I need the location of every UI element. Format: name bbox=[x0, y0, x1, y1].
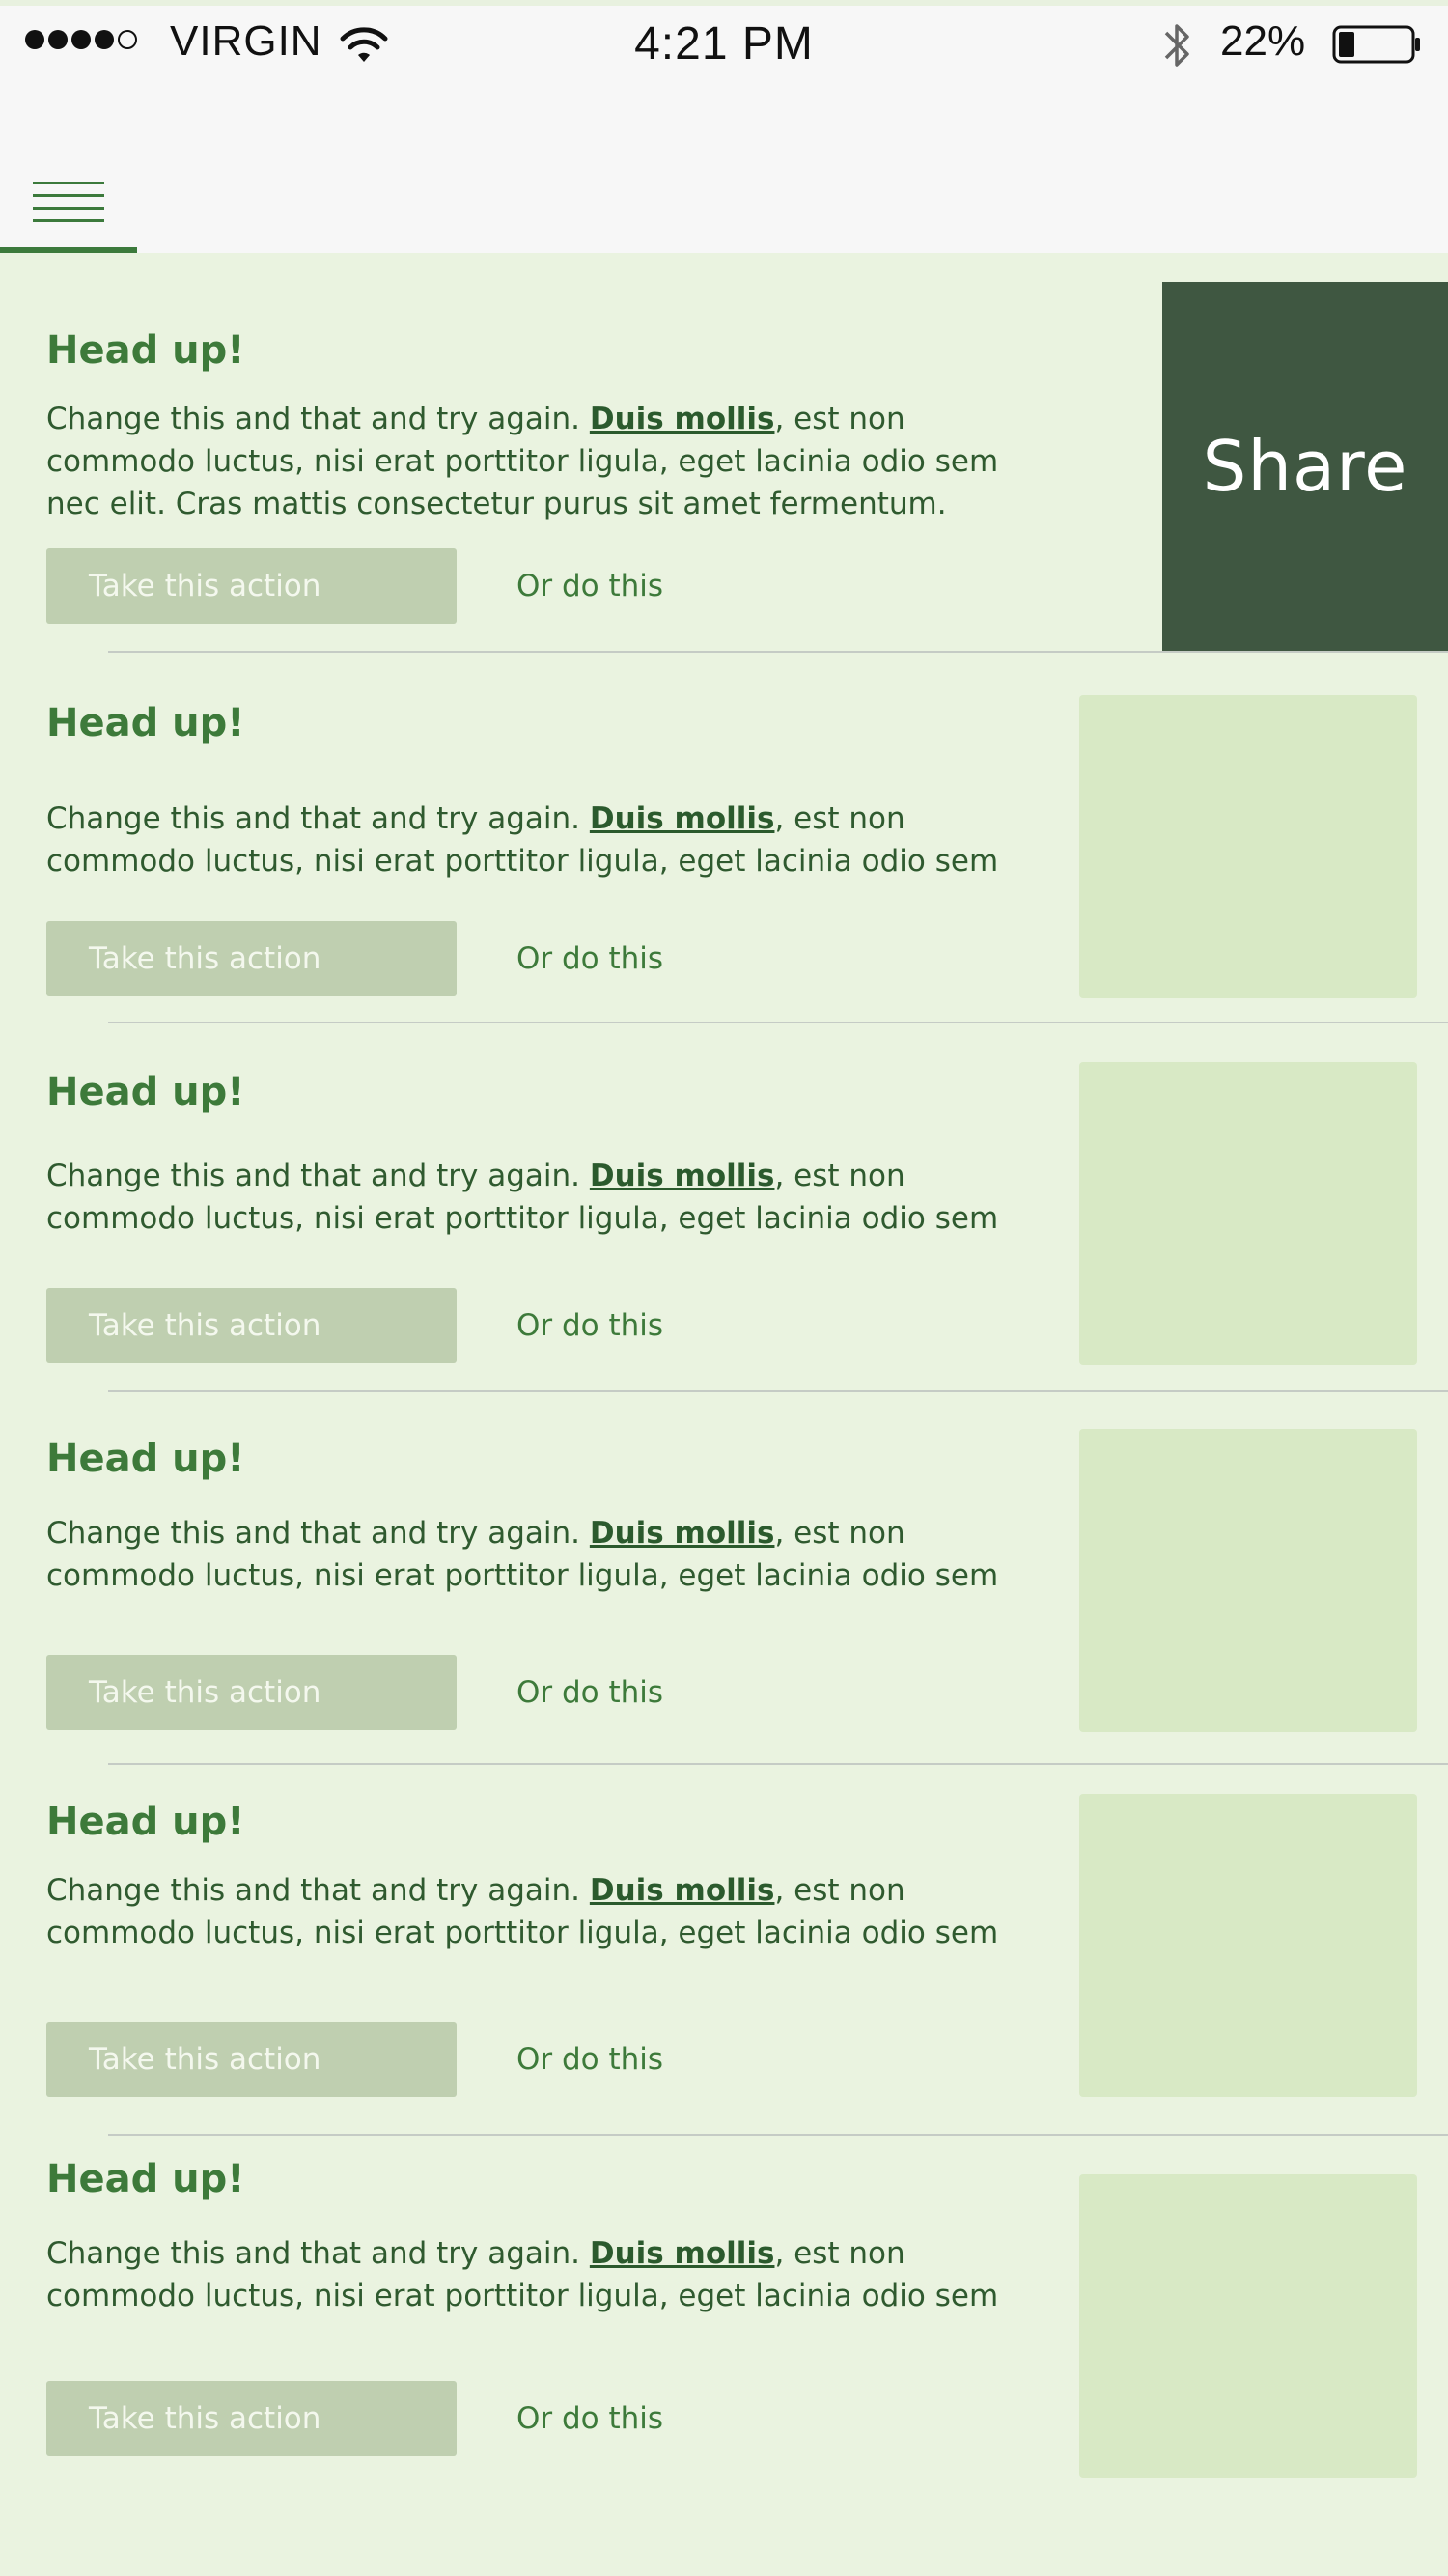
or-do-this-link[interactable]: Or do this bbox=[516, 548, 663, 624]
card-title: Head up! bbox=[46, 701, 245, 745]
card-body: Change this and that and try again. Duis… bbox=[46, 398, 1021, 525]
signal-dot bbox=[71, 30, 91, 49]
signal-dot-empty bbox=[118, 30, 137, 49]
card-thumbnail bbox=[1079, 695, 1417, 998]
duis-mollis-link[interactable]: Duis mollis bbox=[590, 801, 775, 836]
menu-line bbox=[33, 194, 104, 197]
duis-mollis-link[interactable]: Duis mollis bbox=[590, 1516, 775, 1551]
share-label: Share bbox=[1202, 426, 1408, 507]
or-do-this-link[interactable]: Or do this bbox=[516, 2381, 663, 2456]
status-bar: VIRGIN 4:21 PM 22% bbox=[0, 0, 1448, 77]
menu-line bbox=[33, 207, 104, 210]
card-title: Head up! bbox=[46, 1800, 245, 1844]
nav-bar bbox=[0, 77, 1448, 253]
notification-card: Head up! Change this and that and try ag… bbox=[0, 1392, 1448, 1763]
signal-dot bbox=[95, 30, 114, 49]
carrier-name: VIRGIN bbox=[170, 17, 322, 65]
notification-card: Head up! Change this and that and try ag… bbox=[0, 653, 1448, 1022]
signal-dot bbox=[48, 30, 68, 49]
notification-card: Head up! Change this and that and try ag… bbox=[0, 1765, 1448, 2134]
take-action-button[interactable]: Take this action bbox=[46, 1288, 457, 1363]
menu-tab[interactable] bbox=[0, 77, 137, 253]
duis-mollis-link[interactable]: Duis mollis bbox=[590, 1873, 775, 1908]
card-thumbnail bbox=[1079, 1062, 1417, 1365]
card-thumbnail bbox=[1079, 1794, 1417, 2097]
battery-percent: 22% bbox=[1220, 17, 1306, 65]
take-action-button[interactable]: Take this action bbox=[46, 548, 457, 624]
or-do-this-link[interactable]: Or do this bbox=[516, 1288, 663, 1363]
menu-line bbox=[33, 219, 104, 222]
card-text: Change this and that and try again. bbox=[46, 402, 590, 436]
share-button[interactable]: Share bbox=[1162, 282, 1448, 651]
card-title: Head up! bbox=[46, 328, 245, 373]
card-text: Change this and that and try again. bbox=[46, 1873, 590, 1908]
take-action-button[interactable]: Take this action bbox=[46, 2381, 457, 2456]
card-text: Change this and that and try again. bbox=[46, 1516, 590, 1551]
menu-line bbox=[33, 182, 104, 184]
notification-card: Head up! Change this and that and try ag… bbox=[0, 1023, 1448, 1392]
signal-dot bbox=[25, 30, 44, 49]
card-text: Change this and that and try again. bbox=[46, 1159, 590, 1193]
card-body: Change this and that and try again. Duis… bbox=[46, 2232, 1021, 2317]
take-action-button[interactable]: Take this action bbox=[46, 2022, 457, 2097]
signal-dots-icon bbox=[25, 30, 137, 49]
card-text: Change this and that and try again. bbox=[46, 2236, 590, 2271]
card-body: Change this and that and try again. Duis… bbox=[46, 1155, 1021, 1240]
duis-mollis-link[interactable]: Duis mollis bbox=[590, 2236, 775, 2271]
duis-mollis-link[interactable]: Duis mollis bbox=[590, 1159, 775, 1193]
card-text: Change this and that and try again. bbox=[46, 801, 590, 836]
take-action-button[interactable]: Take this action bbox=[46, 921, 457, 996]
notification-card: Head up! Change this and that and try ag… bbox=[0, 2136, 1448, 2576]
wifi-icon bbox=[340, 27, 388, 62]
or-do-this-link[interactable]: Or do this bbox=[516, 1655, 663, 1730]
battery-fill bbox=[1339, 32, 1354, 57]
card-title: Head up! bbox=[46, 1070, 245, 1114]
clock-time: 4:21 PM bbox=[634, 18, 814, 70]
card-body: Change this and that and try again. Duis… bbox=[46, 1512, 1021, 1597]
take-action-button[interactable]: Take this action bbox=[46, 1655, 457, 1730]
duis-mollis-link[interactable]: Duis mollis bbox=[590, 402, 775, 436]
or-do-this-link[interactable]: Or do this bbox=[516, 2022, 663, 2097]
card-title: Head up! bbox=[46, 2157, 245, 2201]
card-body: Change this and that and try again. Duis… bbox=[46, 798, 1021, 882]
card-title: Head up! bbox=[46, 1437, 245, 1481]
hamburger-menu-icon[interactable] bbox=[33, 182, 104, 224]
or-do-this-link[interactable]: Or do this bbox=[516, 921, 663, 996]
card-thumbnail bbox=[1079, 1429, 1417, 1732]
bluetooth-icon bbox=[1164, 24, 1189, 67]
card-body: Change this and that and try again. Duis… bbox=[46, 1869, 1021, 1954]
card-thumbnail bbox=[1079, 2174, 1417, 2478]
battery-icon bbox=[1332, 25, 1420, 64]
